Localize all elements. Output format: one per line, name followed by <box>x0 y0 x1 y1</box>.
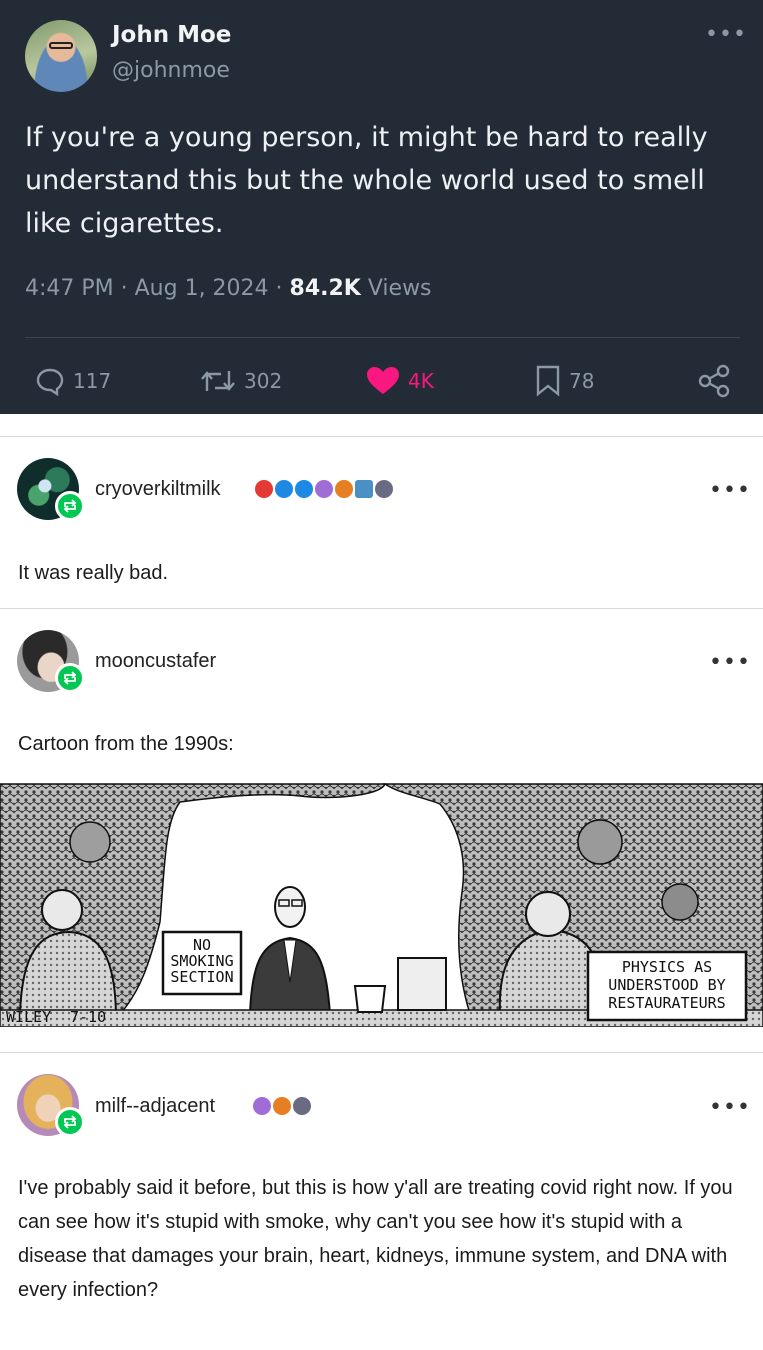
bookmark-count: 78 <box>569 369 595 393</box>
views-label: Views <box>360 276 432 301</box>
repost-icon <box>201 371 235 391</box>
reply-button[interactable]: 117 <box>35 364 111 398</box>
badge-icon <box>315 480 333 498</box>
reply-count: 117 <box>73 369 112 393</box>
tweet-text: If you're a young person, it might be ha… <box>25 122 708 239</box>
cartoon-illustration: NO SMOKING SECTION PHYSICS AS UNDERSTOOD… <box>0 782 763 1028</box>
sign-left-line-3: SECTION <box>170 968 233 986</box>
views-count: 84.2K <box>289 276 361 301</box>
sign-right-line-3: RESTAURATEURS <box>608 994 725 1012</box>
bookmark-icon <box>536 365 560 397</box>
badge-icon <box>355 480 373 498</box>
post-username[interactable]: milf--adjacent <box>95 1095 215 1118</box>
reblog-icon <box>55 491 85 521</box>
like-button[interactable]: 4K <box>366 364 434 398</box>
share-button[interactable] <box>697 364 731 398</box>
author-display-name[interactable]: John Moe <box>112 22 231 48</box>
post-text: It was really bad. <box>18 562 169 584</box>
post-text: Cartoon from the 1990s: <box>18 733 234 755</box>
badge-icon <box>273 1097 291 1115</box>
badge-icon <box>255 480 273 498</box>
post-text: I've probably said it before, but this i… <box>18 1177 733 1301</box>
badge-icon <box>253 1097 271 1115</box>
post-more-icon[interactable]: ••• <box>709 1095 751 1120</box>
tweet-more-icon[interactable]: ••• <box>705 22 747 47</box>
tweet-metadata: 4:47 PM · Aug 1, 2024 · 84.2K Views <box>25 276 432 301</box>
post-separator <box>0 1052 763 1053</box>
post-separator <box>0 436 763 437</box>
tweet-card: John Moe @johnmoe ••• If you're a young … <box>0 0 763 414</box>
divider <box>25 337 740 338</box>
like-count: 4K <box>408 369 434 393</box>
post-more-icon[interactable]: ••• <box>709 650 751 675</box>
repost-count: 302 <box>244 369 283 393</box>
heart-icon <box>367 367 399 394</box>
user-badges <box>255 480 393 498</box>
reblog-icon <box>55 663 85 693</box>
sign-right-line-1: PHYSICS AS <box>622 958 712 976</box>
verified-check-icon <box>275 480 293 498</box>
post-username[interactable]: mooncustafer <box>95 650 216 673</box>
badge-icon <box>375 480 393 498</box>
badge-icon <box>293 1097 311 1115</box>
reply-icon <box>36 368 64 396</box>
cartoon-image[interactable]: NO SMOKING SECTION PHYSICS AS UNDERSTOOD… <box>0 782 763 1028</box>
sign-right-line-2: UNDERSTOOD BY <box>608 976 725 994</box>
repost-button[interactable]: 302 <box>200 364 282 398</box>
badge-icon <box>335 480 353 498</box>
user-badges <box>253 1097 311 1115</box>
post-username[interactable]: cryoverkiltmilk <box>95 478 221 501</box>
cartoon-signature: WILEY <box>6 1008 51 1026</box>
author-avatar[interactable] <box>25 20 97 92</box>
post-separator <box>0 608 763 609</box>
share-icon <box>698 364 730 398</box>
tweet-timestamp[interactable]: 4:47 PM · Aug 1, 2024 · <box>25 276 290 301</box>
author-handle[interactable]: @johnmoe <box>112 58 230 83</box>
bookmark-button[interactable]: 78 <box>535 364 594 398</box>
reblog-icon <box>55 1107 85 1137</box>
verified-check-icon <box>295 480 313 498</box>
post-more-icon[interactable]: ••• <box>709 478 751 503</box>
cartoon-date: 7-10 <box>70 1008 106 1026</box>
